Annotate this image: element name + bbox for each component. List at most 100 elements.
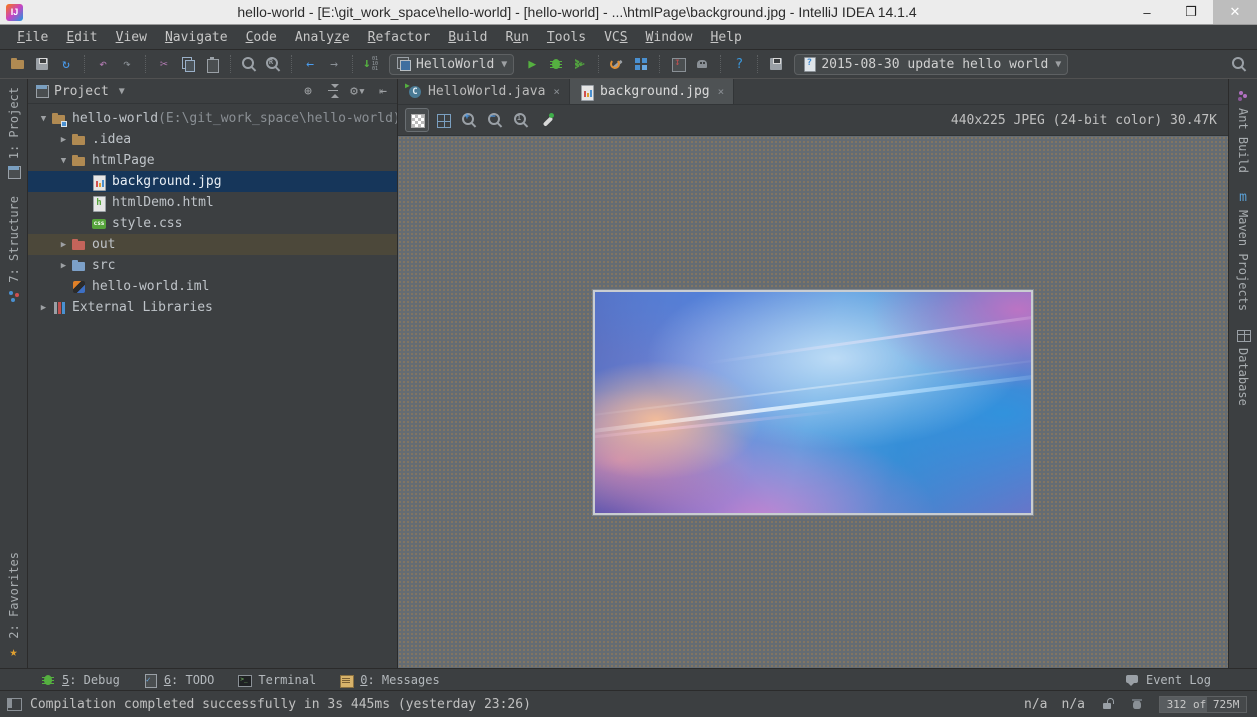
light-streak bbox=[593, 409, 843, 442]
menu-item-code[interactable]: Code bbox=[237, 27, 286, 48]
tool-window-button-2-favorites[interactable]: 2: Favorites★ bbox=[6, 544, 22, 668]
menu-item-help[interactable]: Help bbox=[702, 27, 751, 48]
toolbar-button-synchronize[interactable]: ↻ bbox=[54, 52, 78, 76]
tool-window-button-database[interactable]: Database bbox=[1235, 319, 1251, 414]
tree-row-background-jpg[interactable]: background.jpg bbox=[28, 171, 397, 192]
toolbar-button-vcs-update[interactable] bbox=[764, 52, 788, 76]
close-button[interactable]: ✕ bbox=[1213, 0, 1257, 24]
tree-collapsed-arrow-icon[interactable]: ▶ bbox=[56, 240, 71, 250]
forward-icon: → bbox=[326, 56, 342, 72]
tree-row-src[interactable]: ▶src bbox=[28, 255, 397, 276]
toolbar-button-save-all[interactable] bbox=[30, 52, 54, 76]
tool-window-button-maven-projects[interactable]: mMaven Projects bbox=[1235, 181, 1251, 319]
menu-item-window[interactable]: Window bbox=[637, 27, 702, 48]
editor-tab-helloworld-java[interactable]: HelloWorld.java× bbox=[398, 79, 570, 104]
tool-window-button-7-structure[interactable]: 7: Structure bbox=[6, 188, 22, 312]
tree-row-out[interactable]: ▶out bbox=[28, 234, 397, 255]
tree-row-hello-world[interactable]: ▼hello-world (E:\git_work_space\hello-wo… bbox=[28, 108, 397, 129]
image-viewer-canvas[interactable] bbox=[398, 136, 1228, 668]
project-panel-title[interactable]: Project bbox=[54, 84, 109, 99]
toolbar-button-sdk-manager[interactable] bbox=[666, 52, 690, 76]
menu-item-vcs[interactable]: VCS bbox=[595, 27, 636, 48]
toolbar-button-run[interactable]: ▶ bbox=[520, 52, 544, 76]
toolbar-button-replace[interactable]: R bbox=[261, 52, 285, 76]
minimize-button[interactable]: – bbox=[1125, 0, 1169, 24]
tab-close-icon[interactable]: × bbox=[718, 85, 725, 98]
menu-item-file[interactable]: File bbox=[8, 27, 57, 48]
toolbar-button-copy[interactable] bbox=[176, 52, 200, 76]
menu-item-run[interactable]: Run bbox=[496, 27, 537, 48]
open-folder-icon bbox=[10, 56, 26, 72]
tool-window-button-1-project[interactable]: 1: Project bbox=[6, 79, 22, 188]
avd-manager-icon bbox=[694, 56, 710, 72]
encoding-indicator[interactable]: n/a bbox=[1062, 697, 1085, 712]
caret-position-indicator[interactable]: n/a bbox=[1024, 697, 1047, 712]
tool-window-button-5-debug[interactable]: 5: Debug bbox=[40, 672, 120, 688]
toolbar-button-help[interactable]: ? bbox=[727, 52, 751, 76]
toolbar-button-debug[interactable] bbox=[544, 52, 568, 76]
menu-item-navigate[interactable]: Navigate bbox=[156, 27, 237, 48]
image-toolbar-button-zoom-in[interactable]: + bbox=[457, 108, 481, 132]
tree-row-style-css[interactable]: style.css bbox=[28, 213, 397, 234]
toolbar-button-open-folder[interactable] bbox=[6, 52, 30, 76]
toolbar-button-find[interactable] bbox=[237, 52, 261, 76]
tab-close-icon[interactable]: × bbox=[553, 85, 560, 98]
tree-collapsed-arrow-icon[interactable]: ▶ bbox=[56, 135, 71, 145]
menu-item-refactor[interactable]: Refactor bbox=[359, 27, 440, 48]
menu-item-edit[interactable]: Edit bbox=[57, 27, 106, 48]
toolbar-button-avd-manager[interactable] bbox=[690, 52, 714, 76]
chevron-down-icon[interactable]: ▼ bbox=[119, 86, 125, 97]
image-toolbar-button-actual-size[interactable]: 1 bbox=[509, 108, 533, 132]
toolbar-button-redo[interactable]: ↷ bbox=[115, 52, 139, 76]
tree-expanded-arrow-icon[interactable]: ▼ bbox=[56, 156, 71, 166]
project-view-icon bbox=[34, 83, 50, 99]
toolbar-button-cut[interactable]: ✂ bbox=[152, 52, 176, 76]
image-toolbar-button-grid[interactable] bbox=[431, 108, 455, 132]
tool-window-button-terminal[interactable]: Terminal bbox=[236, 672, 316, 688]
editor-tab-background-jpg[interactable]: background.jpg× bbox=[570, 79, 734, 104]
toolbar-button-back[interactable]: ← bbox=[298, 52, 322, 76]
vcs-changelist-select[interactable]: 2015-08-30 update hello world▼ bbox=[794, 54, 1068, 75]
hector-inspector-icon[interactable] bbox=[1129, 696, 1145, 712]
toolwindow-switcher-icon[interactable] bbox=[6, 696, 22, 712]
toolbar-button-compile[interactable] bbox=[359, 52, 383, 76]
image-toolbar-button-checkerboard-toggle[interactable] bbox=[405, 108, 429, 132]
toolbar-button-search-everywhere[interactable] bbox=[1227, 52, 1251, 76]
excluded-folder-icon bbox=[71, 237, 87, 253]
collapse-all-icon[interactable] bbox=[325, 83, 341, 99]
hide-panel-icon[interactable]: ⇤ bbox=[375, 83, 391, 99]
settings-gear-icon[interactable]: ⚙▾ bbox=[350, 83, 366, 99]
menu-item-tools[interactable]: Tools bbox=[538, 27, 595, 48]
tree-collapsed-arrow-icon[interactable]: ▶ bbox=[56, 261, 71, 271]
tree-row--idea[interactable]: ▶.idea bbox=[28, 129, 397, 150]
run-configuration-select[interactable]: HelloWorld▼ bbox=[389, 54, 514, 75]
toolbar-button-paste[interactable] bbox=[200, 52, 224, 76]
tree-row-htmldemo-html[interactable]: hhtmlDemo.html bbox=[28, 192, 397, 213]
locate-icon[interactable]: ⊕ bbox=[300, 83, 316, 99]
tree-collapsed-arrow-icon[interactable]: ▶ bbox=[36, 303, 51, 313]
tool-window-button-ant-build[interactable]: Ant Build bbox=[1235, 79, 1251, 181]
memory-indicator[interactable]: 312 of 725M bbox=[1159, 696, 1247, 713]
unlock-icon[interactable] bbox=[1099, 696, 1115, 712]
menu-item-view[interactable]: View bbox=[107, 27, 156, 48]
tree-row-htmlpage[interactable]: ▼htmlPage bbox=[28, 150, 397, 171]
tree-row-external-libraries[interactable]: ▶External Libraries bbox=[28, 297, 397, 318]
redo-icon: ↷ bbox=[119, 56, 135, 72]
tool-window-button-6-todo[interactable]: 6: TODO bbox=[142, 672, 215, 688]
toolbar-button-undo[interactable]: ↶ bbox=[91, 52, 115, 76]
tree-expanded-arrow-icon[interactable]: ▼ bbox=[36, 114, 51, 124]
tree-row-hello-world-iml[interactable]: hello-world.iml bbox=[28, 276, 397, 297]
event-log-button[interactable]: Event Log bbox=[1124, 672, 1211, 688]
toolbar-button-project-structure[interactable] bbox=[629, 52, 653, 76]
image-toolbar-button-color-picker[interactable] bbox=[535, 108, 559, 132]
toolbar-button-settings-wrench[interactable] bbox=[605, 52, 629, 76]
menu-item-build[interactable]: Build bbox=[439, 27, 496, 48]
tool-window-button-0-messages[interactable]: 0: Messages bbox=[338, 672, 439, 688]
menu-item-analyze[interactable]: Analyze bbox=[286, 27, 359, 48]
image-file-icon bbox=[91, 174, 107, 190]
toolbar-button-coverage[interactable] bbox=[568, 52, 592, 76]
maximize-button[interactable]: ❒ bbox=[1169, 0, 1213, 24]
image-toolbar-button-zoom-out[interactable]: − bbox=[483, 108, 507, 132]
project-tree: ▼hello-world (E:\git_work_space\hello-wo… bbox=[28, 104, 397, 668]
toolbar-button-forward[interactable]: → bbox=[322, 52, 346, 76]
